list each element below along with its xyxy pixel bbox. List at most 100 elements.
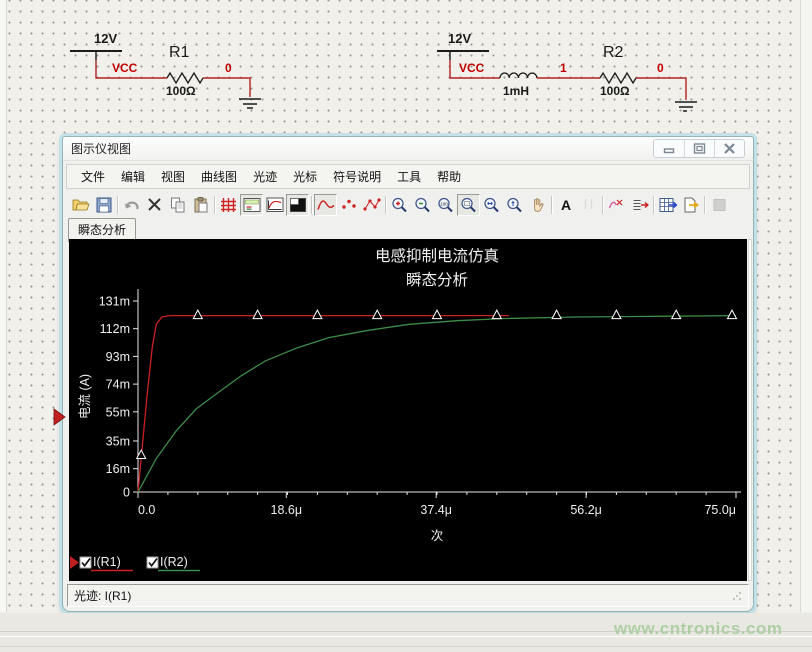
status-bar: 光迹: I(R1) <box>67 584 749 607</box>
invert-colors-icon[interactable] <box>286 194 309 216</box>
menu-item-edit[interactable]: 编辑 <box>113 165 153 188</box>
open-icon[interactable] <box>69 194 92 216</box>
grapher-window: 图示仪视图 文件编辑视图曲线图光迹光标符号说明工具帮助 100A 瞬态分析 电感… <box>62 136 754 612</box>
resistor-r1-symbol[interactable] <box>167 73 203 83</box>
toolbar-separator <box>602 196 603 214</box>
restore-button[interactable] <box>684 140 714 157</box>
net-label-vcc-right[interactable]: VCC <box>459 61 484 75</box>
zoom-in-icon[interactable] <box>388 194 411 216</box>
ground-symbol-left[interactable] <box>239 99 261 108</box>
toolbar-separator <box>385 196 386 214</box>
y-tick-label: 16m <box>106 462 130 476</box>
net-label-0-left[interactable]: 0 <box>225 61 232 75</box>
overlay-traces-icon[interactable] <box>605 194 628 216</box>
y-tick-label: 35m <box>106 434 130 448</box>
line-scatter-plot-icon[interactable] <box>360 194 383 216</box>
x-tick-label: 18.6μ <box>271 503 303 517</box>
title-bar[interactable]: 图示仪视图 <box>63 137 753 161</box>
y-tick-label: 74m <box>106 378 130 392</box>
x-tick-label: 0.0 <box>138 503 155 517</box>
y-tick-label: 0 <box>123 486 130 500</box>
copy-icon[interactable] <box>166 194 189 216</box>
inductor-l1-symbol[interactable] <box>500 73 537 78</box>
trace-marker-icon <box>253 310 262 319</box>
menu-item-graph[interactable]: 曲线图 <box>193 165 245 188</box>
refdes-r2[interactable]: R2 <box>603 44 623 62</box>
menu-item-legend[interactable]: 符号说明 <box>325 165 389 188</box>
legend-label: I(R2) <box>160 555 188 569</box>
trace-marker-icon <box>433 310 442 319</box>
series-line-I(R1)[interactable] <box>138 316 509 492</box>
menu-item-tools[interactable]: 工具 <box>389 165 429 188</box>
menu-item-view[interactable]: 视图 <box>153 165 193 188</box>
resistor-r2-symbol[interactable] <box>600 73 636 83</box>
wire-r1-ground[interactable] <box>203 78 250 97</box>
x-axis-label: 次 <box>431 529 444 543</box>
export-page-icon[interactable] <box>679 194 702 216</box>
scatter-plot-icon[interactable] <box>337 194 360 216</box>
menu-item-cursor[interactable]: 光标 <box>285 165 325 188</box>
toolbar-separator <box>117 196 118 214</box>
stop-icon <box>707 194 730 216</box>
value-r2[interactable]: 100Ω <box>600 84 630 98</box>
watermark: www.cntronics.com <box>614 619 782 639</box>
trace-marker-icon <box>492 310 501 319</box>
x-tick-label: 56.2μ <box>570 503 602 517</box>
chart-scrollbar[interactable] <box>748 239 752 581</box>
source-label-left[interactable]: 12V <box>94 31 117 46</box>
trace-marker-icon <box>672 310 681 319</box>
value-l1[interactable]: 1mH <box>503 84 529 98</box>
window-controls <box>653 139 745 158</box>
toolbar-separator <box>551 196 552 214</box>
show-legend-icon[interactable] <box>240 194 263 216</box>
svg-text:100: 100 <box>440 201 448 206</box>
zoom-restore-icon[interactable]: 100 <box>434 194 457 216</box>
paste-icon[interactable] <box>189 194 212 216</box>
toolbar: 100 A <box>66 192 750 218</box>
value-r1[interactable]: 100Ω <box>166 84 196 98</box>
zoom-vertical-icon[interactable] <box>503 194 526 216</box>
x-tick-label: 37.4μ <box>420 503 452 517</box>
export-traces-icon[interactable] <box>628 194 651 216</box>
trace-marker-icon <box>612 310 621 319</box>
menu-item-file[interactable]: 文件 <box>73 165 113 188</box>
ground-symbol-right[interactable] <box>675 102 697 111</box>
menu-item-help[interactable]: 帮助 <box>429 165 469 188</box>
y-axis-label: 电流 (A) <box>78 374 92 419</box>
y-tick-label: 131m <box>99 295 130 309</box>
zoom-out-icon[interactable] <box>411 194 434 216</box>
wire-r2-ground[interactable] <box>636 78 686 100</box>
delete-icon[interactable] <box>143 194 166 216</box>
graph-properties-icon[interactable] <box>263 194 286 216</box>
resize-grip-icon[interactable] <box>731 590 742 601</box>
toolbar-separator <box>653 196 654 214</box>
chart-area[interactable]: 电感抑制电流仿真瞬态分析016m35m55m74m93m112m131m0.01… <box>69 239 747 581</box>
transient-chart: 电感抑制电流仿真瞬态分析016m35m55m74m93m112m131m0.01… <box>69 239 747 581</box>
close-button[interactable] <box>714 140 744 157</box>
svg-text:A: A <box>560 197 570 213</box>
toggle-cursors-icon <box>577 194 600 216</box>
show-grid-icon[interactable] <box>217 194 240 216</box>
source-label-right[interactable]: 12V <box>448 31 471 46</box>
pan-icon[interactable] <box>526 194 549 216</box>
add-text-icon[interactable]: A <box>554 194 577 216</box>
menu-item-trace[interactable]: 光迹 <box>245 165 285 188</box>
series-line-I(R2)[interactable] <box>138 316 736 492</box>
minimize-button[interactable] <box>654 140 684 157</box>
net-label-vcc-left[interactable]: VCC <box>112 61 137 75</box>
trace-marker-icon <box>552 310 561 319</box>
trace-marker-icon <box>373 310 382 319</box>
line-plot-icon[interactable] <box>314 194 337 216</box>
export-table-icon[interactable] <box>656 194 679 216</box>
save-icon[interactable] <box>92 194 115 216</box>
zoom-area-icon[interactable] <box>457 194 480 216</box>
net-label-1[interactable]: 1 <box>560 61 567 75</box>
y-tick-label: 93m <box>106 350 130 364</box>
selected-trace-arrow-icon <box>53 408 66 426</box>
refdes-r1[interactable]: R1 <box>169 44 189 62</box>
undo-icon[interactable] <box>120 194 143 216</box>
zoom-horizontal-icon[interactable] <box>480 194 503 216</box>
toolbar-separator <box>214 196 215 214</box>
window-title: 图示仪视图 <box>71 140 131 157</box>
net-label-0-right[interactable]: 0 <box>657 61 664 75</box>
